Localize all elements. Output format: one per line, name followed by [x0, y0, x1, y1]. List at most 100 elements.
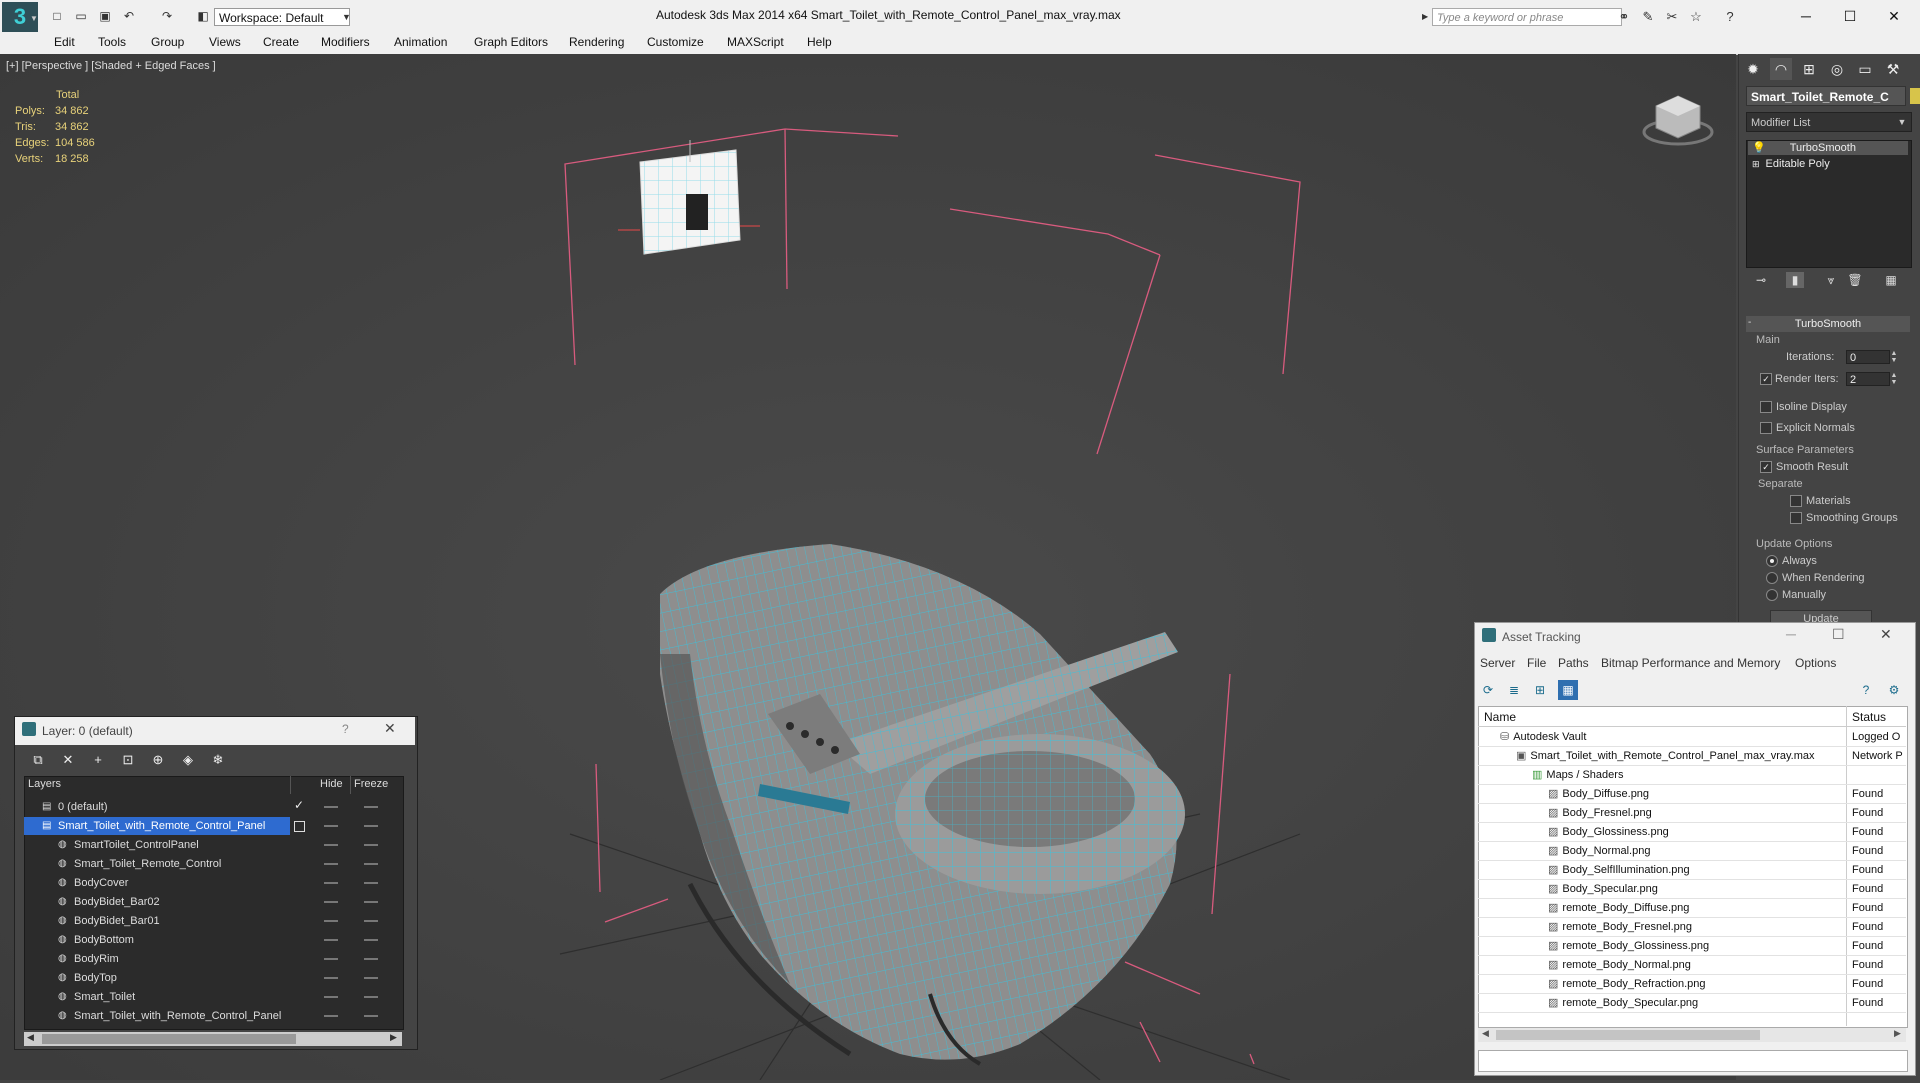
create-layer-icon[interactable]: ⧉ [28, 750, 48, 770]
rollout-collapse-icon[interactable]: - [1748, 317, 1751, 328]
table-view-icon[interactable]: ▦ [1558, 680, 1578, 700]
freeze-toggle[interactable] [364, 939, 378, 941]
freeze-toggle[interactable] [364, 1015, 378, 1017]
hide-toggle[interactable] [324, 958, 338, 960]
object-color-swatch[interactable] [1910, 88, 1920, 104]
asset-row[interactable]: ▨ Body_Glossiness.png [1548, 823, 1669, 842]
scroll-left-arrow-icon[interactable]: ◀ [27, 1032, 34, 1043]
viewport-label[interactable]: [+] [Perspective ] [Shaded + Edged Faces… [6, 60, 216, 72]
asset-row[interactable]: ▥ Maps / Shaders [1532, 766, 1623, 785]
freeze-toggle[interactable] [364, 825, 378, 827]
separate-materials-checkbox[interactable] [1790, 495, 1802, 507]
menu-graph-editors[interactable]: Graph Editors [474, 35, 548, 49]
motion-tab-icon[interactable]: ◎ [1826, 58, 1848, 80]
freeze-toggle[interactable] [364, 844, 378, 846]
help-icon[interactable]: ? [1722, 9, 1738, 25]
remove-modifier-icon[interactable]: 🗑 [1846, 272, 1864, 288]
communication-icon[interactable]: ✂ [1664, 9, 1680, 25]
tree-view-icon[interactable]: ⊞ [1530, 680, 1550, 700]
asset-menu-options[interactable]: Options [1795, 656, 1836, 670]
layer-row[interactable]: ◍ BodyCover [24, 874, 290, 892]
hide-toggle[interactable] [324, 920, 338, 922]
turbosmooth-rollout-header[interactable]: TurboSmooth [1746, 316, 1910, 332]
minimize-window-button[interactable]: ─ [1786, 4, 1826, 28]
asset-status-column-header[interactable]: Status [1852, 710, 1886, 724]
isoline-display-checkbox[interactable] [1760, 401, 1772, 413]
hide-column-header[interactable]: Hide [320, 778, 343, 790]
asset-row[interactable]: ▨ Body_Fresnel.png [1548, 804, 1652, 823]
layer-row[interactable]: ▤ 0 (default) [24, 798, 290, 816]
hide-toggle[interactable] [324, 1015, 338, 1017]
workspace-dropdown-arrow-icon[interactable]: ▼ [342, 8, 356, 26]
asset-row[interactable]: ▣ Smart_Toilet_with_Remote_Control_Panel_… [1516, 747, 1815, 766]
freeze-all-layers-icon[interactable]: ❄ [208, 750, 228, 770]
asset-minimize-button[interactable]: ─ [1786, 626, 1796, 642]
asset-row[interactable]: ⛁ Autodesk Vault [1500, 728, 1586, 747]
asset-row[interactable]: ▨ Body_Specular.png [1548, 880, 1658, 899]
iterations-spinner[interactable]: 0 [1846, 350, 1890, 364]
layer-row[interactable]: ◍ Smart_Toilet_with_Remote_Control_Panel [24, 1007, 290, 1025]
stack-item-turbosmooth[interactable]: 💡 TurboSmooth [1748, 141, 1908, 155]
project-folder-icon[interactable]: ◧ [196, 9, 210, 23]
menu-modifiers[interactable]: Modifiers [321, 35, 370, 49]
layer-row[interactable]: ◍ Smart_Toilet_Remote_Control [24, 855, 290, 873]
hide-toggle[interactable] [324, 806, 338, 808]
hide-toggle[interactable] [324, 844, 338, 846]
hide-toggle[interactable] [324, 825, 338, 827]
asset-row[interactable]: ▨ Body_SelfIllumination.png [1548, 861, 1690, 880]
layer-row[interactable]: ◍ BodyBottom [24, 931, 290, 949]
asset-row[interactable]: ▨ remote_Body_Normal.png [1548, 956, 1691, 975]
utilities-tab-icon[interactable]: ⚒ [1882, 58, 1904, 80]
object-name-field[interactable]: Smart_Toilet_Remote_C [1746, 86, 1906, 106]
search-expand-icon[interactable]: ▶ [1422, 12, 1428, 21]
iterations-spinner-arrows-icon[interactable]: ▲ ▼ [1890, 350, 1898, 364]
workspace-dropdown[interactable]: Workspace: Default [214, 8, 350, 26]
app-menu-arrow-icon[interactable]: ▼ [30, 14, 38, 23]
hide-toggle[interactable] [324, 882, 338, 884]
asset-menu-bitmap-performance[interactable]: Bitmap Performance and Memory [1601, 656, 1780, 670]
binoculars-icon[interactable]: ⚭ [1616, 9, 1632, 25]
add-to-layer-icon[interactable]: + [88, 750, 108, 770]
menu-tools[interactable]: Tools [98, 35, 126, 49]
redo-icon[interactable]: ↷ [160, 9, 174, 23]
expand-plus-icon[interactable]: ⊞ [1752, 159, 1760, 169]
new-file-icon[interactable]: □ [50, 9, 64, 23]
menu-customize[interactable]: Customize [647, 35, 704, 49]
asset-help-icon[interactable]: ? [1856, 680, 1876, 700]
close-window-button[interactable]: ✕ [1874, 4, 1914, 28]
lightbulb-icon[interactable]: 💡 [1752, 142, 1766, 154]
current-layer-check-icon[interactable]: ✓ [294, 798, 304, 812]
asset-row[interactable]: ▨ remote_Body_Glossiness.png [1548, 937, 1709, 956]
layer-dialog-close-button[interactable]: ✕ [384, 720, 396, 737]
asset-menu-server[interactable]: Server [1480, 656, 1515, 670]
asset-row[interactable]: ▨ remote_Body_Refraction.png [1548, 975, 1706, 994]
update-manually-radio[interactable] [1766, 589, 1778, 601]
modifier-list-dropdown[interactable]: Modifier List [1746, 112, 1912, 132]
layer-row[interactable]: ◍ BodyBidet_Bar01 [24, 912, 290, 930]
modifier-list-arrow-icon[interactable]: ▼ [1894, 113, 1910, 131]
asset-row[interactable]: ▨ remote_Body_Specular.png [1548, 994, 1698, 1013]
update-always-radio[interactable] [1766, 555, 1778, 567]
open-file-icon[interactable]: ▭ [74, 9, 88, 23]
separate-smoothing-groups-checkbox[interactable] [1790, 512, 1802, 524]
asset-name-column-header[interactable]: Name [1484, 710, 1516, 724]
select-layer-objects-icon[interactable]: ⊡ [118, 750, 138, 770]
smooth-result-checkbox[interactable]: ✓ [1760, 461, 1772, 473]
refresh-icon[interactable]: ⟳ [1478, 680, 1498, 700]
freeze-toggle[interactable] [364, 806, 378, 808]
save-file-icon[interactable]: ▣ [98, 9, 112, 23]
asset-help-context-icon[interactable]: ⚙ [1884, 680, 1904, 700]
render-iters-checkbox[interactable]: ✓ [1760, 373, 1772, 385]
set-current-layer-checkbox[interactable] [294, 821, 305, 832]
maximize-window-button[interactable]: ☐ [1830, 4, 1870, 28]
asset-menu-file[interactable]: File [1527, 656, 1546, 670]
layer-row[interactable]: ◍ SmartToilet_ControlPanel [24, 836, 290, 854]
layer-row[interactable]: ◍ Smart_Toilet [24, 988, 290, 1006]
menu-help[interactable]: Help [807, 35, 832, 49]
make-unique-icon[interactable]: ⩔ [1822, 272, 1840, 288]
favorites-star-icon[interactable]: ☆ [1688, 9, 1704, 25]
menu-edit[interactable]: Edit [54, 35, 75, 49]
asset-scroll-right-icon[interactable]: ▶ [1894, 1028, 1901, 1039]
freeze-toggle[interactable] [364, 958, 378, 960]
scroll-right-arrow-icon[interactable]: ▶ [390, 1032, 397, 1043]
